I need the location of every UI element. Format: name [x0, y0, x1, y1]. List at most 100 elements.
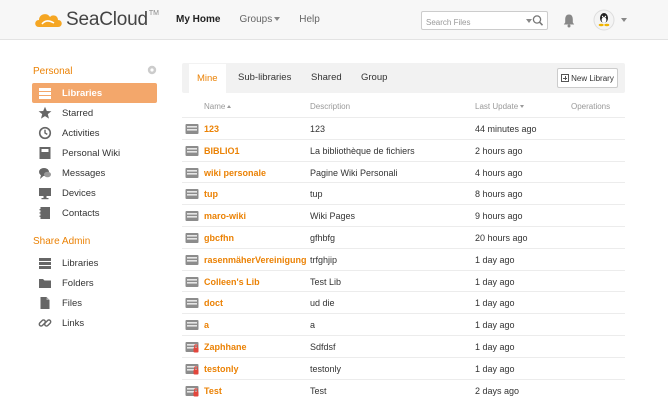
library-description: La bibliothèque de fichiers	[310, 145, 415, 156]
tab-group[interactable]: Group	[361, 63, 387, 93]
library-last-update: 1 day ago	[475, 276, 515, 287]
table-row[interactable]: BIBLIO1 La bibliothèque de fichiers 2 hour…	[182, 138, 625, 161]
table-row[interactable]: a a 1 day ago	[182, 313, 625, 335]
nav-my-home[interactable]: My Home	[176, 14, 220, 25]
library-last-update: 44 minutes ago	[475, 124, 537, 134]
encrypted-library-icon	[185, 342, 199, 353]
library-name-link[interactable]: tup	[204, 189, 218, 199]
table-row[interactable]: 123 123 44 minutes ago	[182, 117, 625, 139]
sidebar-item-devices[interactable]: Devices	[32, 183, 157, 203]
library-name-link[interactable]: Zaphhane	[204, 342, 247, 352]
sidebar-item-share-files[interactable]: Files	[32, 293, 157, 313]
library-description: Test	[310, 385, 327, 396]
library-name-link[interactable]: a	[204, 320, 209, 330]
sidebar-item-share-links[interactable]: Links	[32, 313, 157, 333]
library-description: 123	[310, 124, 326, 134]
search-icon[interactable]	[531, 13, 545, 28]
library-description: Sdfdsf	[310, 342, 336, 352]
chevron-down-icon	[274, 17, 281, 21]
table-row[interactable]: Zaphhane Sdfdsf 1 day ago	[182, 335, 625, 357]
sidebar-item-activities[interactable]: Activities	[32, 123, 157, 143]
library-name-link[interactable]: 123	[204, 124, 219, 134]
library-name-link[interactable]: maro-wiki	[204, 211, 246, 221]
library-name-link[interactable]: doct	[204, 298, 223, 308]
user-menu-chevron-icon[interactable]	[621, 18, 627, 22]
sidebar-item-label: Files	[62, 297, 83, 309]
sidebar-item-contacts[interactable]: Contacts	[32, 203, 157, 223]
library-name-link[interactable]: gbcfhn	[204, 233, 234, 243]
sidebar-item-starred[interactable]: Starred	[32, 103, 157, 123]
table-row[interactable]: testonly testonly 1 day ago	[182, 356, 625, 379]
library-name-link[interactable]: Colleen's Lib	[204, 277, 260, 287]
library-last-update: 8 hours ago	[475, 189, 523, 200]
column-header-name[interactable]: Name	[204, 102, 232, 111]
library-last-update: 2 days ago	[475, 385, 520, 396]
search-box	[421, 11, 548, 31]
library-last-update: 2 hours ago	[475, 145, 523, 156]
library-name-link[interactable]: testonly	[204, 364, 239, 374]
library-name-link[interactable]: rasenmäherVereinigung	[204, 255, 307, 265]
table-row[interactable]: doct ud die 1 day ago	[182, 291, 625, 313]
column-header-last-update-label: Last Update	[475, 102, 519, 111]
column-header-name-label: Name	[204, 102, 226, 111]
column-header-description: Description	[310, 102, 351, 111]
library-last-update: 1 day ago	[475, 254, 515, 265]
top-header: SeaCloud TM My Home Groups Help	[0, 0, 668, 40]
monitor-icon	[39, 188, 51, 200]
column-header-last-update[interactable]: Last Update	[475, 102, 525, 111]
library-name-link[interactable]: BIBLIO1	[204, 146, 240, 156]
sidebar-item-share-folders[interactable]: Folders	[32, 273, 157, 293]
table-row[interactable]: gbcfhn gfhbfg 20 hours ago	[182, 226, 625, 248]
sidebar-item-libraries[interactable]: Libraries	[32, 83, 157, 103]
gear-icon[interactable]	[147, 65, 157, 75]
tab-mine[interactable]: Mine	[189, 63, 226, 93]
sidebar-item-label: Folders	[62, 277, 94, 289]
notification-bell-icon[interactable]	[562, 13, 576, 28]
library-name-link[interactable]: Test	[204, 386, 222, 396]
sidebar-item-label: Personal Wiki	[62, 147, 121, 159]
library-icon	[185, 211, 199, 222]
sidebar-item-share-libraries[interactable]: Libraries	[32, 253, 157, 273]
new-library-button[interactable]: New Library	[557, 68, 618, 88]
table-row[interactable]: Colleen's Lib Test Lib 1 day ago	[182, 269, 625, 292]
library-icon	[185, 320, 199, 331]
table-row[interactable]: tup tup 8 hours ago	[182, 182, 625, 204]
sidebar-item-label: Devices	[62, 187, 96, 199]
library-last-update: 4 hours ago	[475, 167, 523, 178]
sidebar-item-personal-wiki[interactable]: Personal Wiki	[32, 143, 157, 163]
sidebar-personal-title: Personal	[33, 66, 73, 77]
nav-help[interactable]: Help	[299, 14, 320, 25]
column-header-operations: Operations	[571, 102, 611, 111]
table-row[interactable]: Test Test 2 days ago	[182, 378, 625, 400]
library-last-update: 1 day ago	[475, 298, 515, 309]
library-description: Wiki Pages	[310, 211, 356, 222]
tab-shared[interactable]: Shared	[311, 63, 342, 93]
library-icon	[185, 124, 199, 134]
tab-sub-libraries[interactable]: Sub-libraries	[238, 63, 291, 93]
link-icon	[38, 319, 52, 327]
sidebar-item-label: Libraries	[62, 87, 103, 99]
star-icon	[38, 106, 52, 119]
library-icon	[185, 276, 199, 287]
library-last-update: 9 hours ago	[475, 211, 523, 222]
library-icon	[185, 298, 199, 309]
nav-groups[interactable]: Groups	[239, 14, 281, 25]
library-name-link[interactable]: wiki personale	[204, 168, 266, 178]
library-description: Pagine Wiki Personali	[310, 167, 398, 178]
table-row[interactable]: maro-wiki Wiki Pages 9 hours ago	[182, 204, 625, 226]
sort-ascending-icon	[227, 105, 232, 108]
sidebar-item-label: Links	[62, 317, 85, 329]
folder-icon	[39, 279, 51, 288]
library-icon	[185, 145, 199, 156]
file-icon	[40, 297, 50, 309]
user-avatar-icon[interactable]	[593, 9, 615, 31]
logo[interactable]: SeaCloud TM	[33, 9, 159, 31]
new-library-label: New Library	[571, 73, 614, 83]
table-row[interactable]: wiki personale Pagine Wiki Personali 4 hou…	[182, 160, 625, 183]
logo-text: SeaCloud	[66, 9, 148, 30]
search-input[interactable]	[422, 14, 520, 31]
table-row[interactable]: rasenmäherVereinigung trfghjip 1 day ago	[182, 247, 625, 270]
cloud-logo-icon	[35, 14, 62, 27]
library-description: testonly	[310, 363, 342, 374]
sidebar-item-messages[interactable]: Messages	[32, 163, 157, 183]
